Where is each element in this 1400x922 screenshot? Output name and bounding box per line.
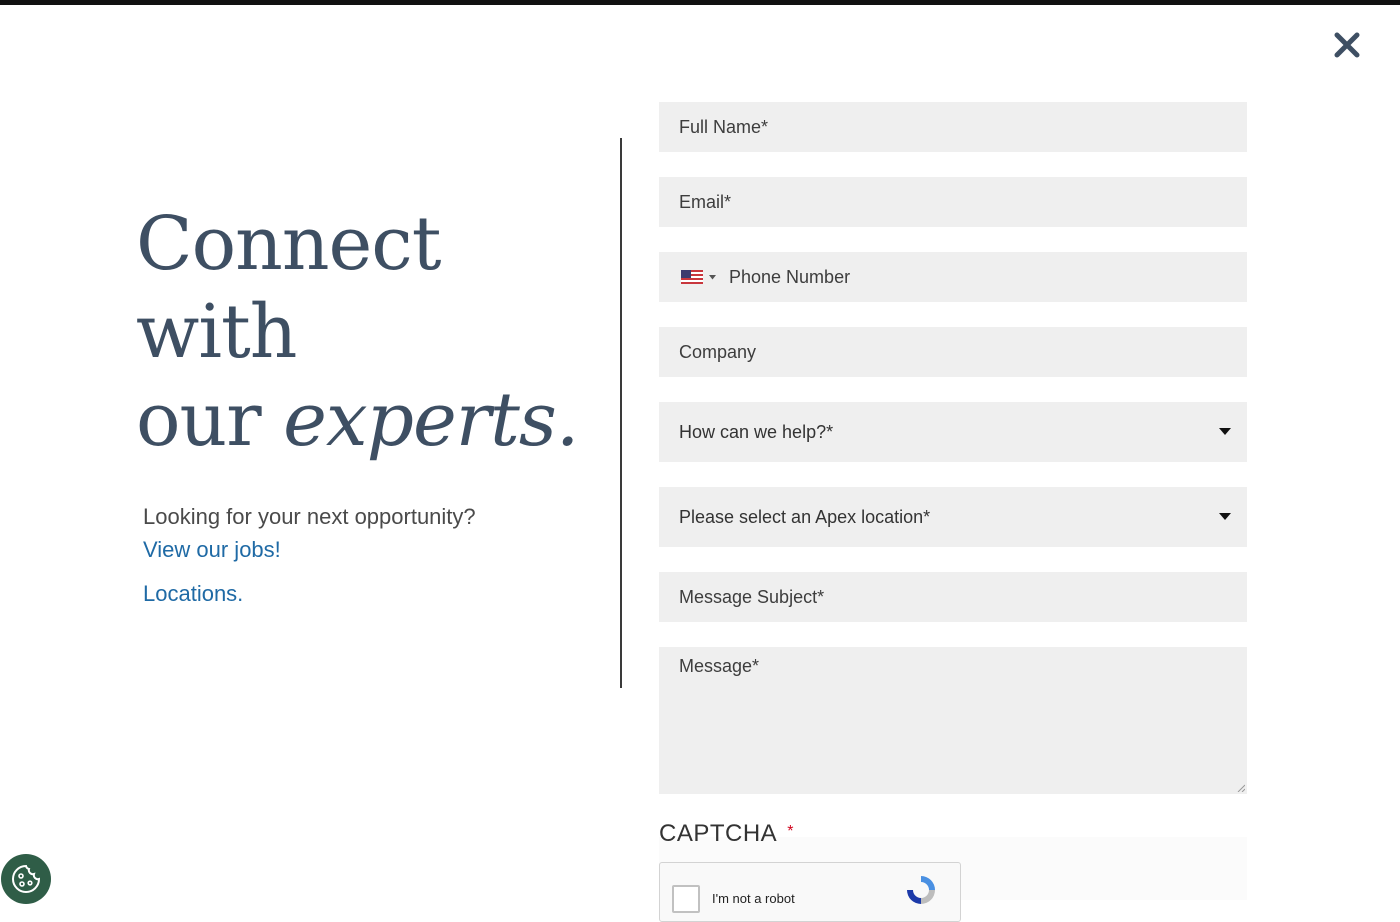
recaptcha-widget: I'm not a robot — [659, 862, 961, 922]
location-select[interactable]: Please select an Apex location* — [659, 487, 1247, 547]
close-icon — [1334, 32, 1360, 58]
location-select-value: Please select an Apex location* — [679, 506, 931, 527]
subject-field-wrapper — [659, 572, 1247, 622]
title-line-3: our experts. — [136, 376, 606, 464]
country-code-picker[interactable] — [681, 269, 716, 285]
full-name-field-wrapper — [659, 102, 1247, 152]
resize-grip-icon[interactable] — [1237, 784, 1245, 792]
close-button[interactable] — [1328, 26, 1366, 64]
recaptcha-checkbox[interactable] — [672, 885, 700, 913]
phone-input[interactable] — [659, 252, 1247, 302]
cookie-icon — [12, 864, 41, 893]
opportunity-question: Looking for your next opportunity? — [143, 504, 476, 529]
locations-link[interactable]: Locations. — [143, 577, 243, 610]
cookie-settings-button[interactable] — [1, 854, 51, 904]
phone-field-wrapper — [659, 252, 1247, 302]
vertical-divider — [620, 138, 622, 688]
company-field-wrapper — [659, 327, 1247, 377]
captcha-label-text: CAPTCHA — [659, 820, 778, 847]
message-field-wrapper — [659, 647, 1247, 794]
help-select[interactable]: How can we help?* — [659, 402, 1247, 462]
contact-form: How can we help?* Please select an Apex … — [659, 102, 1247, 819]
chevron-down-icon — [1219, 513, 1231, 520]
hero-section: Connect with our experts. — [136, 200, 606, 464]
message-textarea[interactable] — [659, 647, 1247, 794]
email-input[interactable] — [659, 177, 1247, 227]
company-input[interactable] — [659, 327, 1247, 377]
email-field-wrapper — [659, 177, 1247, 227]
required-mark: * — [787, 823, 794, 840]
captcha-label: CAPTCHA * — [659, 820, 794, 848]
full-name-input[interactable] — [659, 102, 1247, 152]
title-line-1: Connect — [136, 201, 441, 287]
chevron-down-icon — [1219, 428, 1231, 435]
us-flag-icon — [681, 270, 703, 284]
title-line-2: with — [136, 289, 297, 375]
view-jobs-link[interactable]: View our jobs! — [143, 537, 281, 562]
help-select-value: How can we help?* — [679, 421, 834, 442]
intro-text: Looking for your next opportunity? View … — [143, 500, 583, 610]
recaptcha-logo-icon — [907, 876, 935, 904]
page-title: Connect with our experts. — [136, 200, 606, 464]
recaptcha-text: I'm not a robot — [712, 891, 795, 906]
top-bar — [0, 0, 1400, 5]
chevron-down-icon — [709, 274, 716, 279]
title-line-3-emphasis: experts. — [283, 377, 579, 463]
title-line-3-plain: our — [136, 377, 284, 463]
message-subject-input[interactable] — [659, 572, 1247, 622]
